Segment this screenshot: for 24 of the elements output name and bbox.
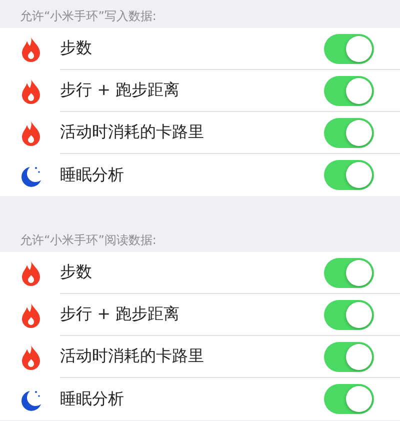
flame-icon bbox=[20, 260, 42, 286]
flame-icon bbox=[20, 78, 42, 104]
flame-icon bbox=[20, 36, 42, 62]
toggle-switch[interactable] bbox=[324, 258, 374, 288]
row-label: 步数 bbox=[60, 38, 93, 59]
toggle-switch[interactable] bbox=[324, 118, 374, 148]
section-header: 允许“小米手环”阅读数据: bbox=[19, 232, 158, 249]
flame-icon bbox=[20, 120, 42, 146]
toggle-switch[interactable] bbox=[324, 76, 374, 106]
row-label: 步行 + 跑步距离 bbox=[60, 80, 181, 101]
toggle-switch[interactable] bbox=[324, 160, 374, 190]
row-label: 步行 + 跑步距离 bbox=[60, 304, 181, 325]
toggle-switch[interactable] bbox=[324, 384, 374, 414]
toggle-switch[interactable] bbox=[324, 342, 374, 372]
flame-icon bbox=[20, 344, 42, 370]
section-header: 允许“小米手环”写入数据: bbox=[19, 8, 158, 25]
row-label: 步数 bbox=[60, 262, 93, 283]
row-label: 活动时消耗的卡路里 bbox=[60, 346, 205, 367]
row-label: 活动时消耗的卡路里 bbox=[60, 122, 205, 143]
row-label: 睡眠分析 bbox=[60, 164, 125, 186]
toggle-switch[interactable] bbox=[324, 34, 374, 64]
row-label: 睡眠分析 bbox=[60, 388, 125, 410]
flame-icon bbox=[20, 302, 42, 328]
toggle-switch[interactable] bbox=[324, 300, 374, 330]
